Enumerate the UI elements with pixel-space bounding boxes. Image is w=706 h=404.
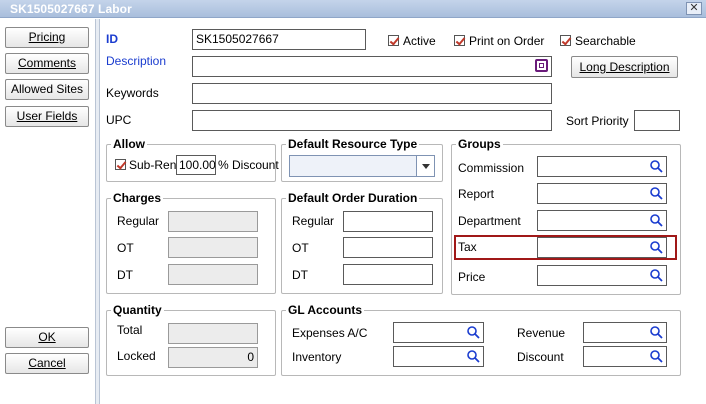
revenue-label: Revenue <box>517 326 566 340</box>
duration-regular-label: Regular <box>292 214 335 228</box>
commission-field[interactable] <box>537 156 667 177</box>
allow-group: Allow Sub-Rent 100.00 % Discount <box>106 137 279 182</box>
title-bar: SK1505027667 Labor ✕ <box>0 0 706 18</box>
inventory-label: Inventory <box>292 350 342 364</box>
locked-label: Locked <box>117 349 156 363</box>
default-resource-type-group: Default Resource Type <box>281 137 443 182</box>
description-edit-icon[interactable] <box>535 59 548 72</box>
sub-rent-checkbox[interactable] <box>115 159 126 170</box>
department-field[interactable] <box>537 210 667 231</box>
tax-row-highlight <box>454 235 677 260</box>
upc-label: UPC <box>106 113 132 127</box>
description-field[interactable] <box>192 56 552 77</box>
sidebar-splitter[interactable] <box>96 19 100 404</box>
department-label: Department <box>458 214 521 228</box>
expenses-label: Expenses A/C <box>292 326 368 340</box>
charges-dt-field <box>168 264 258 285</box>
charges-ot-field <box>168 237 258 258</box>
discount-gl-field[interactable] <box>583 346 667 367</box>
expenses-field[interactable] <box>393 322 484 343</box>
searchable-checkbox[interactable] <box>560 35 571 46</box>
duration-dt-label: DT <box>292 268 308 282</box>
duration-ot-label: OT <box>292 241 309 255</box>
ok-button[interactable]: OK <box>5 327 89 348</box>
print-on-order-checkbox[interactable] <box>454 35 465 46</box>
quantity-title: Quantity <box>111 303 164 317</box>
pricing-button[interactable]: Pricing <box>5 27 89 48</box>
commission-label: Commission <box>458 161 525 175</box>
search-icon[interactable] <box>649 159 663 173</box>
total-field <box>168 323 258 344</box>
close-icon: ✕ <box>689 2 699 14</box>
discount-gl-label: Discount <box>517 350 564 364</box>
groups-title: Groups <box>456 137 503 151</box>
sort-priority-label: Sort Priority <box>566 114 629 128</box>
price-label: Price <box>458 270 486 284</box>
allow-title: Allow <box>111 137 147 151</box>
window-title: SK1505027667 Labor <box>10 2 132 16</box>
keywords-label: Keywords <box>106 86 159 100</box>
search-icon[interactable] <box>466 325 480 339</box>
user-fields-button[interactable]: User Fields <box>5 106 89 127</box>
upc-field[interactable] <box>192 110 552 131</box>
gl-accounts-title: GL Accounts <box>286 303 365 317</box>
duration-ot-field[interactable] <box>343 237 433 258</box>
default-resource-type-title: Default Resource Type <box>286 137 420 151</box>
active-checkbox[interactable] <box>388 35 399 46</box>
resource-type-select[interactable] <box>289 155 435 177</box>
groups-group: Groups Commission Report Department Tax … <box>451 137 681 295</box>
default-order-duration-title: Default Order Duration <box>286 191 420 205</box>
charges-regular-label: Regular <box>117 214 160 228</box>
chevron-down-icon[interactable] <box>416 156 434 176</box>
report-field[interactable] <box>537 183 667 204</box>
charges-group: Charges Regular OT DT <box>106 191 276 294</box>
keywords-field[interactable] <box>192 83 552 104</box>
duration-dt-field[interactable] <box>343 264 433 285</box>
charges-title: Charges <box>111 191 164 205</box>
report-label: Report <box>458 187 495 201</box>
comments-button[interactable]: Comments <box>5 53 89 74</box>
search-icon[interactable] <box>649 349 663 363</box>
gl-accounts-group: GL Accounts Expenses A/C Revenue Invento… <box>281 303 681 376</box>
sidebar: Pricing Comments Allowed Sites User Fiel… <box>0 19 96 404</box>
search-icon[interactable] <box>649 268 663 282</box>
quantity-group: Quantity Total Locked 0 <box>106 303 276 376</box>
long-description-button[interactable]: Long Description <box>571 56 678 78</box>
id-label: ID <box>106 32 118 46</box>
charges-dt-label: DT <box>117 268 133 282</box>
inventory-field[interactable] <box>393 346 484 367</box>
sort-priority-field[interactable] <box>634 110 680 131</box>
total-label: Total <box>117 323 143 337</box>
discount-label: % Discount <box>218 158 279 172</box>
search-icon[interactable] <box>649 325 663 339</box>
discount-field[interactable]: 100.00 <box>176 155 216 175</box>
search-icon[interactable] <box>649 186 663 200</box>
locked-field: 0 <box>168 347 258 368</box>
duration-regular-field[interactable] <box>343 211 433 232</box>
search-icon[interactable] <box>466 349 480 363</box>
close-button[interactable]: ✕ <box>686 2 702 15</box>
charges-regular-field <box>168 211 258 232</box>
description-edit-inner <box>539 63 544 68</box>
id-field[interactable]: SK1505027667 <box>192 29 366 50</box>
description-label: Description <box>106 54 167 68</box>
charges-ot-label: OT <box>117 241 134 255</box>
active-label: Active <box>403 34 436 48</box>
print-on-order-label: Print on Order <box>469 34 545 48</box>
search-icon[interactable] <box>649 213 663 227</box>
price-field[interactable] <box>537 265 667 286</box>
default-order-duration-group: Default Order Duration Regular OT DT <box>281 191 443 294</box>
allowed-sites-button[interactable]: Allowed Sites <box>5 79 89 100</box>
cancel-button[interactable]: Cancel <box>5 353 89 374</box>
sub-rent-label: Sub-Rent <box>129 158 180 172</box>
revenue-field[interactable] <box>583 322 667 343</box>
searchable-label: Searchable <box>575 34 636 48</box>
